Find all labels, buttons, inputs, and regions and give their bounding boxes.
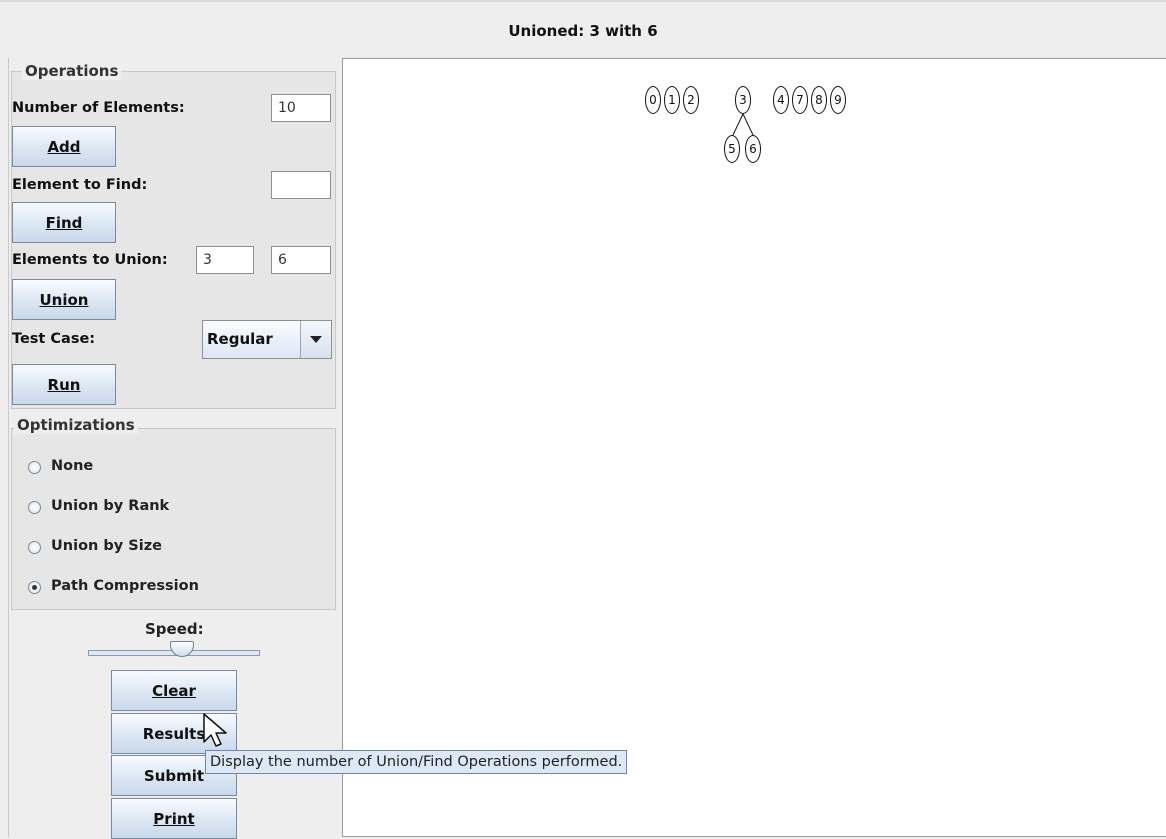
speed-label: Speed: xyxy=(145,620,204,638)
node-3: 3 xyxy=(735,86,751,114)
union-element-b-input[interactable]: 6 xyxy=(271,246,331,274)
node-1: 1 xyxy=(664,86,680,114)
element-to-find-label: Element to Find: xyxy=(12,177,148,193)
results-tooltip: Display the number of Union/Find Operati… xyxy=(205,750,628,774)
radio-union-by-rank-indicator[interactable] xyxy=(28,501,41,514)
print-button[interactable]: Print xyxy=(111,798,237,839)
test-case-selected: Regular xyxy=(207,330,273,348)
add-button-label: Add xyxy=(47,138,81,156)
submit-button-label: Submit xyxy=(143,767,205,785)
union-button[interactable]: Union xyxy=(12,279,116,320)
left-edge xyxy=(8,58,9,837)
radio-path-compression-indicator[interactable] xyxy=(28,581,41,594)
edge-3-5 xyxy=(732,113,744,136)
number-of-elements-label: Number of Elements: xyxy=(12,100,185,116)
test-case-label: Test Case: xyxy=(12,331,96,347)
element-to-find-input[interactable] xyxy=(271,171,331,199)
results-button-label: Results xyxy=(142,725,206,743)
add-button[interactable]: Add xyxy=(12,126,116,167)
status-title: Unioned: 3 with 6 xyxy=(508,22,658,40)
visualization-canvas: 0 1 2 3 4 7 8 9 5 6 xyxy=(342,58,1166,837)
radio-union-by-rank-label: Union by Rank xyxy=(51,498,170,514)
find-button-label: Find xyxy=(45,214,83,232)
title-bar: Unioned: 3 with 6 xyxy=(0,0,1166,60)
node-9: 9 xyxy=(830,86,846,114)
test-case-dropdown[interactable]: Regular xyxy=(202,320,332,359)
node-0: 0 xyxy=(645,86,661,114)
find-button[interactable]: Find xyxy=(12,202,116,243)
forest-edges xyxy=(732,113,754,136)
run-button-label: Run xyxy=(47,376,81,394)
node-4: 4 xyxy=(773,86,789,114)
chevron-down-icon xyxy=(310,336,322,343)
radio-none-indicator[interactable] xyxy=(28,461,41,474)
radio-none-label: None xyxy=(51,458,94,474)
operations-legend: Operations xyxy=(22,62,122,80)
union-element-a-input[interactable]: 3 xyxy=(196,246,254,274)
clear-button[interactable]: Clear xyxy=(111,670,237,711)
node-5: 5 xyxy=(724,135,740,163)
node-6: 6 xyxy=(745,135,761,163)
union-button-label: Union xyxy=(39,291,89,309)
node-2: 2 xyxy=(683,86,699,114)
node-7: 7 xyxy=(792,86,808,114)
edge-3-6 xyxy=(742,113,754,136)
run-button[interactable]: Run xyxy=(12,364,116,405)
elements-to-union-label: Elements to Union: xyxy=(12,252,168,268)
node-8: 8 xyxy=(811,86,827,114)
radio-union-by-size-label: Union by Size xyxy=(51,538,162,554)
number-of-elements-input[interactable]: 10 xyxy=(271,94,331,122)
clear-button-label: Clear xyxy=(152,682,196,700)
test-case-dropdown-button[interactable] xyxy=(300,321,331,358)
radio-path-compression-label: Path Compression xyxy=(51,578,199,594)
radio-union-by-size-indicator[interactable] xyxy=(28,541,41,554)
print-button-label: Print xyxy=(153,810,195,828)
optimizations-legend: Optimizations xyxy=(14,416,138,434)
pointer-cursor-icon xyxy=(203,713,227,747)
